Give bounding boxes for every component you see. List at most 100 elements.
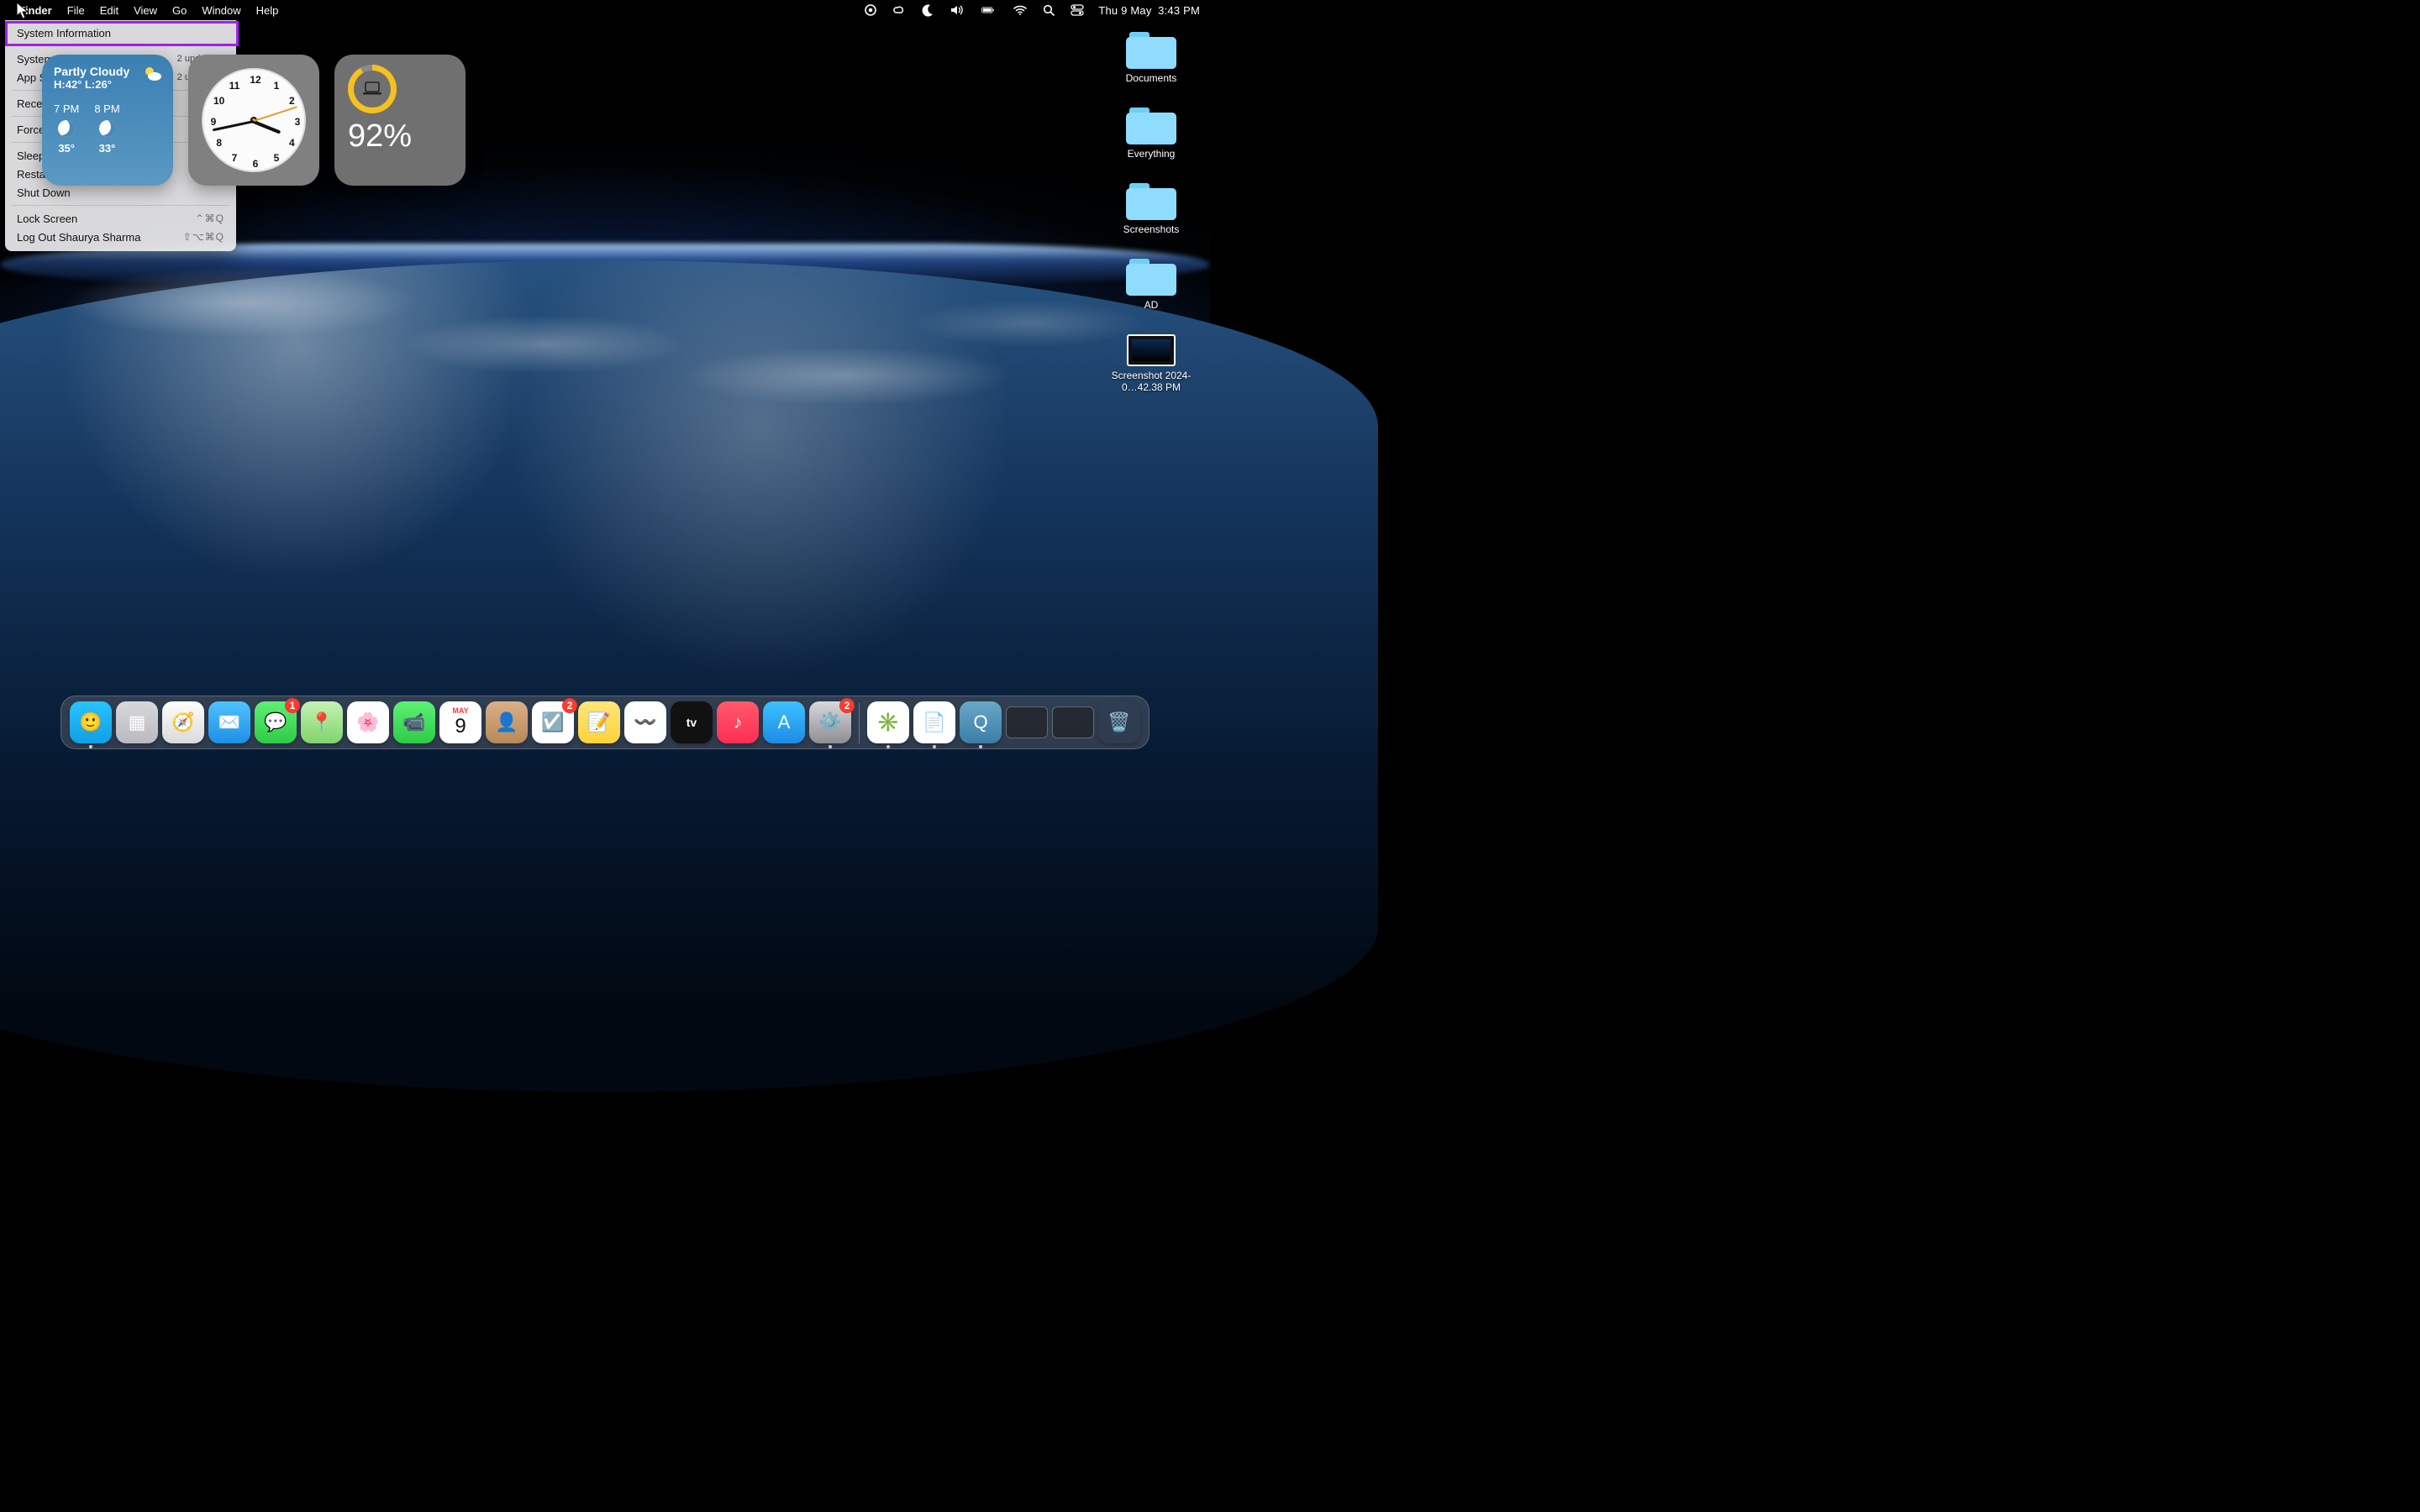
- menu-item-log-out-shaurya-sharma[interactable]: Log Out Shaurya Sharma ⇧⌥⌘Q: [5, 228, 236, 246]
- creative-cloud-icon[interactable]: [892, 3, 907, 18]
- dock-app-music[interactable]: ♪: [717, 701, 759, 743]
- weather-high-low: H:42° L:26°: [54, 78, 161, 91]
- menubar-item-file[interactable]: File: [67, 4, 85, 17]
- menu-item-lock-screen[interactable]: Lock Screen ⌃⌘Q: [5, 209, 236, 228]
- record-icon[interactable]: [863, 3, 878, 18]
- clock-number: 5: [274, 152, 280, 164]
- clock-number: 9: [211, 116, 217, 128]
- weather-widget[interactable]: Partly Cloudy H:42° L:26° 7 PM 35°8 PM 3…: [42, 55, 173, 186]
- dock-app-freeform[interactable]: 〰️: [624, 701, 666, 743]
- desktop-item[interactable]: Screenshots: [1104, 183, 1198, 235]
- battery-percent: 92%: [348, 118, 412, 155]
- dock-app-tv[interactable]: tv: [671, 701, 713, 743]
- menubar-item-window[interactable]: Window: [202, 4, 240, 17]
- do-not-disturb-icon[interactable]: [920, 3, 935, 18]
- dock-app-settings[interactable]: ⚙️2: [809, 701, 851, 743]
- wifi-icon[interactable]: [1013, 3, 1028, 18]
- desktop-item-label: AD: [1144, 299, 1159, 311]
- menu-item-label: Sleep: [17, 150, 45, 162]
- desktop-item-label: Screenshot 2024-0…42.38 PM: [1104, 370, 1198, 393]
- clock-number: 12: [250, 74, 260, 86]
- running-indicator: [933, 745, 936, 748]
- clock-face: 123456789101112: [202, 68, 306, 172]
- weather-hour-temp: 35°: [58, 142, 75, 155]
- dock-app-trash[interactable]: 🗑️: [1098, 701, 1140, 743]
- desktop-item-label: Everything: [1128, 148, 1176, 160]
- desktop-item[interactable]: Documents: [1104, 32, 1198, 84]
- clock-number: 3: [295, 116, 301, 128]
- running-indicator: [886, 745, 890, 748]
- menubar: Finder FileEditViewGoWindowHelp Thu 9 Ma…: [0, 0, 1210, 20]
- weather-hour-slot: 8 PM 33°: [94, 102, 119, 155]
- file-thumbnail: [1127, 334, 1176, 366]
- dock-app-safari[interactable]: 🧭: [162, 701, 204, 743]
- dock-app-reminders[interactable]: ☑️2: [532, 701, 574, 743]
- clock-hand-h: [253, 120, 281, 134]
- dock-app-quicktime[interactable]: Q: [960, 701, 1002, 743]
- dock-app-finder[interactable]: 🙂: [70, 701, 112, 743]
- weather-hour: 7 PM: [54, 102, 79, 115]
- menu-item-shut-down[interactable]: Shut Down: [5, 183, 236, 202]
- menubar-item-help[interactable]: Help: [256, 4, 279, 17]
- menu-shortcut: ⌃⌘Q: [196, 213, 224, 224]
- running-indicator: [89, 745, 92, 748]
- menu-item-label: Log Out Shaurya Sharma: [17, 231, 140, 244]
- dock-app-appstore[interactable]: A: [763, 701, 805, 743]
- menu-item-label: Lock Screen: [17, 213, 77, 225]
- folder-icon: [1126, 32, 1176, 69]
- weather-hour: 8 PM: [94, 102, 119, 115]
- dock-app-contacts[interactable]: 👤: [486, 701, 528, 743]
- clock-number: 2: [289, 95, 295, 107]
- clock-number: 10: [213, 95, 224, 107]
- running-indicator: [979, 745, 982, 748]
- dock-app-pages[interactable]: 📄: [913, 701, 955, 743]
- control-center-icon[interactable]: [1070, 3, 1085, 18]
- widgets-area: Partly Cloudy H:42° L:26° 7 PM 35°8 PM 3…: [42, 55, 466, 186]
- dock-badge: 2: [839, 698, 855, 713]
- dock-app-notes[interactable]: 📝: [578, 701, 620, 743]
- dock-app-mail[interactable]: ✉️: [208, 701, 250, 743]
- dock: 🙂▦🧭✉️💬1📍🌸📹 MAY 9👤☑️2📝〰️tv♪A⚙️2 ✳️📄Q 🗑️: [60, 696, 1150, 749]
- dock-recent-tile[interactable]: [1006, 706, 1048, 738]
- moon-icon: [99, 120, 116, 137]
- desktop-item[interactable]: Everything: [1104, 108, 1198, 160]
- laptop-icon: [348, 65, 397, 113]
- wallpaper-clouds: [0, 260, 1210, 470]
- dock-recent-tile[interactable]: [1052, 706, 1094, 738]
- dock-app-calendar[interactable]: MAY 9: [439, 701, 481, 743]
- menubar-item-go[interactable]: Go: [172, 4, 187, 17]
- battery-icon[interactable]: [977, 3, 999, 18]
- search-icon[interactable]: [1041, 3, 1056, 18]
- dock-separator: [859, 703, 860, 743]
- dock-app-slack[interactable]: ✳️: [867, 701, 909, 743]
- folder-icon: [1126, 259, 1176, 296]
- clock-number: 8: [216, 137, 222, 149]
- clock-widget[interactable]: 123456789101112: [188, 55, 319, 186]
- menubar-datetime[interactable]: Thu 9 May 3:43 PM: [1098, 4, 1200, 17]
- menu-item-label: System Information: [17, 27, 111, 39]
- menubar-item-edit[interactable]: Edit: [100, 4, 118, 17]
- desktop-item[interactable]: AD: [1104, 259, 1198, 311]
- clock-number: 6: [253, 158, 259, 170]
- menubar-right: Thu 9 May 3:43 PM: [863, 3, 1200, 18]
- dock-app-messages[interactable]: 💬1: [255, 701, 297, 743]
- dock-app-maps[interactable]: 📍: [301, 701, 343, 743]
- dock-badge: 1: [285, 698, 300, 713]
- battery-ring: [348, 65, 397, 113]
- menu-item-system-information[interactable]: System Information: [5, 24, 236, 42]
- dock-container: 🙂▦🧭✉️💬1📍🌸📹 MAY 9👤☑️2📝〰️tv♪A⚙️2 ✳️📄Q 🗑️: [60, 696, 1150, 749]
- dock-app-launchpad[interactable]: ▦: [116, 701, 158, 743]
- desktop-item[interactable]: Screenshot 2024-0…42.38 PM: [1104, 334, 1198, 393]
- desktop-item-label: Screenshots: [1123, 223, 1180, 235]
- dock-app-photos[interactable]: 🌸: [347, 701, 389, 743]
- volume-icon[interactable]: [949, 3, 964, 18]
- clock-number: 4: [289, 137, 295, 149]
- menubar-item-view[interactable]: View: [134, 4, 157, 17]
- folder-icon: [1126, 183, 1176, 220]
- clock-number: 7: [232, 152, 238, 164]
- menu-item-label: Shut Down: [17, 186, 71, 199]
- desktop-item-label: Documents: [1126, 72, 1177, 84]
- battery-widget[interactable]: 92%: [334, 55, 466, 186]
- menu-shortcut: ⇧⌥⌘Q: [183, 231, 224, 243]
- dock-app-facetime[interactable]: 📹: [393, 701, 435, 743]
